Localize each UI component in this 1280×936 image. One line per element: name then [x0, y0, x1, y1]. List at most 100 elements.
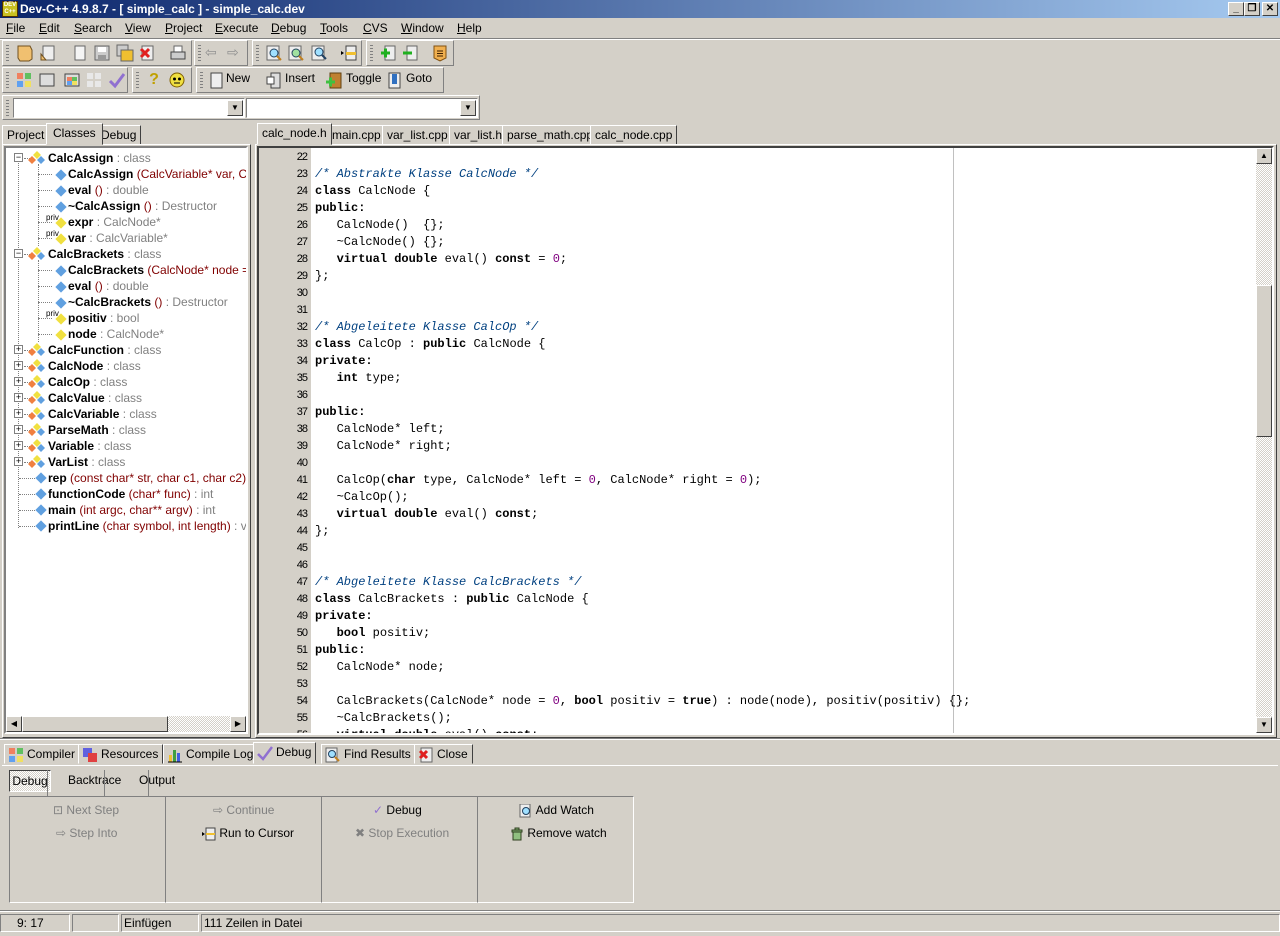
toolbar-grip[interactable] — [6, 100, 9, 118]
rebuild-icon[interactable] — [85, 71, 103, 89]
toolbar-grip[interactable] — [6, 45, 9, 63]
add-watch-button[interactable]: Add Watch — [519, 803, 594, 818]
expand-icon[interactable]: + — [14, 361, 23, 370]
tree-item-class[interactable]: CalcNode : class — [48, 358, 141, 374]
debug-start-button[interactable]: ✓ Debug — [373, 803, 422, 817]
tree-item-member[interactable]: CalcBrackets (CalcNode* node = 0, — [68, 262, 246, 278]
editor-tab[interactable]: calc_node.cpp — [590, 125, 678, 145]
tree-item-class[interactable]: CalcAssign : class — [48, 150, 151, 166]
code-line[interactable]: }; — [315, 523, 329, 540]
step-into-button[interactable]: ⇨ Step Into — [56, 826, 117, 840]
goto-line-icon[interactable] — [340, 44, 358, 62]
vertical-scroll-thumb[interactable] — [1256, 285, 1272, 437]
subtab-debug[interactable]: Debug — [9, 770, 51, 792]
tab-classes[interactable]: Classes — [46, 123, 103, 145]
tree-item-member[interactable]: ~CalcBrackets () : Destructor — [68, 294, 228, 310]
menu-window[interactable]: Window — [401, 21, 444, 35]
debug-icon[interactable] — [108, 71, 126, 89]
code-line[interactable]: public: — [315, 200, 365, 217]
code-editor[interactable]: 22 23 24 25 26 27 28 29 30 31 32 33 34 35 36 37 38 39 40 41… — [257, 146, 1274, 735]
class-combo[interactable]: ▼ — [13, 98, 245, 118]
minimize-button[interactable]: _ — [1228, 2, 1244, 16]
subtab-backtrace[interactable]: Backtrace — [68, 773, 121, 787]
close-button[interactable]: ✕ — [1262, 2, 1278, 16]
close-file-icon[interactable] — [138, 44, 156, 62]
tree-item-function[interactable]: functionCode (char* func) : int — [48, 486, 213, 502]
redo-icon[interactable]: ⇨ — [227, 44, 245, 62]
tree-item-class[interactable]: CalcBrackets : class — [48, 246, 161, 262]
tree-item-member[interactable]: var : CalcVariable* — [68, 230, 168, 246]
code-line[interactable]: bool positiv; — [315, 625, 431, 642]
code-line[interactable]: public: — [315, 642, 365, 659]
compile-run-icon[interactable] — [63, 71, 81, 89]
run-icon[interactable] — [38, 71, 56, 89]
stop-execution-button[interactable]: ✖ Stop Execution — [355, 826, 449, 840]
code-line[interactable]: }; — [315, 268, 329, 285]
editor-tab[interactable]: var_list.cpp — [382, 125, 453, 145]
editor-tab[interactable]: var_list.h — [449, 125, 508, 145]
expand-icon[interactable]: + — [14, 425, 23, 434]
menu-view[interactable]: View — [125, 21, 151, 35]
next-step-button[interactable]: ⊡ Next Step — [53, 803, 119, 817]
expand-icon[interactable]: + — [14, 345, 23, 354]
tree-item-class[interactable]: Variable : class — [48, 438, 131, 454]
code-line[interactable]: class CalcNode { — [315, 183, 430, 200]
toolbar-grip[interactable] — [136, 72, 139, 90]
new-file-icon[interactable] — [71, 44, 89, 62]
menu-edit[interactable]: Edit — [39, 21, 60, 35]
tree-item-member[interactable]: eval () : double — [68, 182, 149, 198]
expand-icon[interactable]: + — [14, 457, 23, 466]
tab-project[interactable]: Project — [2, 125, 50, 145]
code-line[interactable]: private: — [315, 608, 373, 625]
code-line[interactable]: virtual double eval() const; — [315, 506, 539, 523]
remove-watch-button[interactable]: Remove watch — [510, 826, 607, 841]
replace-icon[interactable] — [310, 44, 328, 62]
menu-search[interactable]: Search — [74, 21, 112, 35]
compile-icon[interactable] — [15, 71, 33, 89]
code-line[interactable]: /* Abstrakte Klasse CalcNode */ — [315, 166, 538, 183]
chevron-down-icon[interactable]: ▼ — [460, 100, 476, 116]
tree-item-member[interactable]: positiv : bool — [68, 310, 139, 326]
code-line[interactable]: /* Abgeleitete Klasse CalcBrackets */ — [315, 574, 581, 591]
toolbar-grip[interactable] — [198, 45, 201, 63]
tree-item-member[interactable]: expr : CalcNode* — [68, 214, 161, 230]
chevron-down-icon[interactable]: ▼ — [227, 100, 243, 116]
tree-item-class[interactable]: CalcValue : class — [48, 390, 142, 406]
bottom-tab[interactable]: Find Results — [321, 744, 416, 764]
editor-tab[interactable]: calc_node.h — [257, 123, 332, 145]
bottom-tab[interactable]: Debug — [253, 742, 317, 764]
subtab-output[interactable]: Output — [139, 773, 175, 787]
code-line[interactable]: CalcNode() {}; — [315, 217, 445, 234]
code-line[interactable]: CalcBrackets(CalcNode* node = 0, bool po… — [315, 693, 971, 710]
collapse-icon[interactable]: − — [14, 153, 23, 162]
tree-item-member[interactable]: node : CalcNode* — [68, 326, 164, 342]
bottom-tab[interactable]: Close — [414, 744, 473, 764]
restore-button[interactable]: ❐ — [1244, 2, 1260, 16]
remove-from-project-icon[interactable] — [401, 44, 419, 62]
scroll-left-button[interactable]: ◀ — [6, 716, 22, 732]
tree-item-member[interactable]: CalcAssign (CalcVariable* var, CalcN — [68, 166, 246, 182]
code-line[interactable]: ~CalcNode() {}; — [315, 234, 445, 251]
code-line[interactable]: virtual double eval() const = 0; — [315, 251, 567, 268]
code-line[interactable]: ~CalcOp(); — [315, 489, 409, 506]
help-icon[interactable]: ? — [145, 71, 163, 89]
scroll-right-button[interactable]: ▶ — [230, 716, 246, 732]
bottom-tab[interactable]: Resources — [78, 744, 164, 764]
code-line[interactable]: class CalcOp : public CalcNode { — [315, 336, 545, 353]
menu-execute[interactable]: Execute — [215, 21, 258, 35]
vertical-scrollbar[interactable] — [1256, 164, 1272, 717]
continue-button[interactable]: ⇨ Continue — [213, 803, 274, 817]
toolbar-grip[interactable] — [6, 72, 9, 90]
toolbar-grip[interactable] — [200, 72, 203, 90]
tree-item-function[interactable]: main (int argc, char** argv) : int — [48, 502, 215, 518]
editor-tab[interactable]: parse_math.cpp — [502, 125, 599, 145]
tree-item-class[interactable]: ParseMath : class — [48, 422, 146, 438]
add-to-project-icon[interactable] — [379, 44, 397, 62]
menu-cvs[interactable]: CVS — [363, 21, 388, 35]
splitter[interactable] — [0, 738, 1280, 740]
toolbar-grip[interactable] — [256, 45, 259, 63]
code-line[interactable]: CalcNode* right; — [315, 438, 452, 455]
menu-tools[interactable]: Tools — [320, 21, 348, 35]
menu-project[interactable]: Project — [165, 21, 202, 35]
tree-item-class[interactable]: CalcOp : class — [48, 374, 127, 390]
